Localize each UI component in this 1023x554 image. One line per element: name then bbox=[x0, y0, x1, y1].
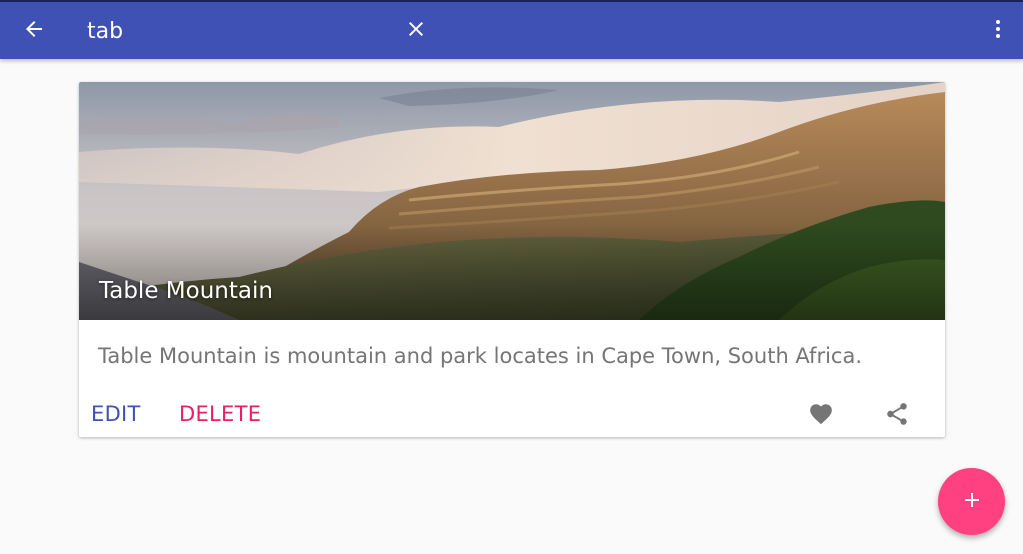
search-input[interactable] bbox=[87, 16, 387, 46]
card-description: Table Mountain is mountain and park loca… bbox=[98, 344, 862, 368]
more-vert-icon bbox=[986, 17, 1010, 45]
heart-icon bbox=[808, 401, 834, 431]
overflow-menu-button[interactable] bbox=[976, 2, 1020, 59]
place-card: Table Mountain Table Mountain is mountai… bbox=[79, 82, 945, 437]
card-title: Table Mountain bbox=[99, 278, 273, 304]
search-toolbar bbox=[0, 2, 1023, 59]
card-image: Table Mountain bbox=[79, 82, 945, 320]
delete-button[interactable]: DELETE bbox=[179, 402, 261, 426]
share-icon bbox=[884, 401, 910, 431]
edit-button[interactable]: EDIT bbox=[91, 402, 141, 426]
favorite-button[interactable] bbox=[803, 400, 839, 432]
back-button[interactable] bbox=[12, 2, 56, 59]
share-button[interactable] bbox=[879, 400, 915, 432]
add-fab-button[interactable] bbox=[938, 468, 1005, 535]
plus-icon bbox=[960, 488, 984, 516]
arrow-back-icon bbox=[22, 17, 46, 45]
clear-search-button[interactable] bbox=[394, 2, 438, 59]
close-icon bbox=[404, 17, 428, 45]
